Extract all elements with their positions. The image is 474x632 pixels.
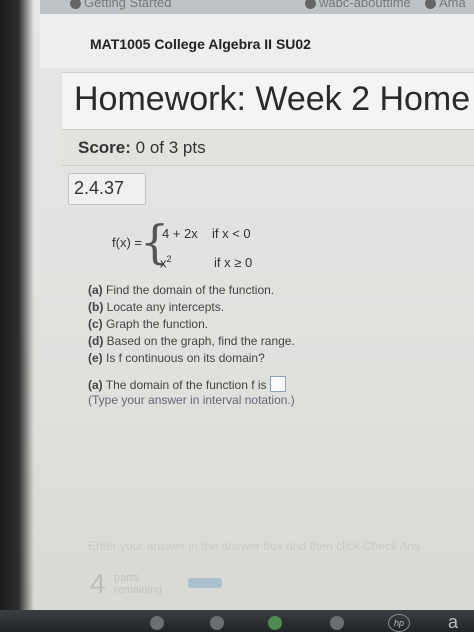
screen-bezel-shadow (0, 0, 34, 632)
score-label: Score: (78, 138, 131, 157)
course-title[interactable]: MAT1005 College Algebra II SU02 (90, 36, 311, 52)
bookmark-getting-started[interactable]: Getting Started (70, 0, 171, 10)
case-1-condition: if x < 0 (212, 226, 251, 241)
check-answer-button[interactable] (188, 578, 222, 588)
instruction-text: Enter your answer in the answer box and … (88, 539, 421, 553)
list-item: (d) Based on the graph, find the range. (88, 334, 295, 348)
case-1-expression: 4 + 2x (162, 226, 198, 241)
parts-remaining: 4 parts remaining (86, 568, 226, 608)
taskbar-app-icon[interactable] (330, 616, 344, 630)
taskbar-app-icon[interactable] (150, 616, 164, 630)
answer-hint: (Type your answer in interval notation.) (88, 393, 295, 407)
hp-logo-icon: hp (388, 614, 410, 632)
globe-icon (70, 0, 81, 10)
answer-prompt: (a) The domain of the function f is (88, 376, 286, 392)
screen: Getting Started wabc-abouttime Ama MAT10… (0, 0, 474, 632)
taskbar-app-icon[interactable] (210, 616, 224, 630)
case-2-expression: x2 (160, 254, 172, 271)
score-display: Score: 0 of 3 pts (78, 138, 206, 158)
case-2-condition: if x ≥ 0 (214, 255, 253, 270)
domain-answer-input[interactable] (269, 376, 286, 392)
question-number: 2.4.37 (74, 178, 125, 198)
parts-remaining-count: 4 (90, 568, 106, 599)
list-item: (a) Find the domain of the function. (88, 283, 275, 297)
list-item: (c) Graph the function. (88, 317, 209, 331)
list-item: (b) Locate any intercepts. (88, 300, 225, 314)
parts-remaining-label: parts remaining (114, 572, 163, 596)
page-title: Homework: Week 2 Home (74, 80, 471, 118)
globe-icon (305, 0, 316, 10)
taskbar-letter: a (448, 612, 459, 632)
taskbar-app-icon[interactable] (268, 616, 282, 630)
list-item: (e) Is f continuous on its domain? (88, 351, 265, 365)
bookmarks-bar: Getting Started wabc-abouttime Ama (40, 0, 474, 14)
bookmark-ama[interactable]: Ama (425, 0, 466, 10)
taskbar: hp a (0, 610, 474, 632)
bookmark-wabc[interactable]: wabc-abouttime (305, 0, 411, 10)
score-value: 0 of 3 pts (135, 138, 206, 157)
question-parts: (a) Find the domain of the function. (b)… (88, 282, 295, 367)
function-label: f(x) = (112, 235, 142, 250)
globe-icon (425, 0, 436, 10)
